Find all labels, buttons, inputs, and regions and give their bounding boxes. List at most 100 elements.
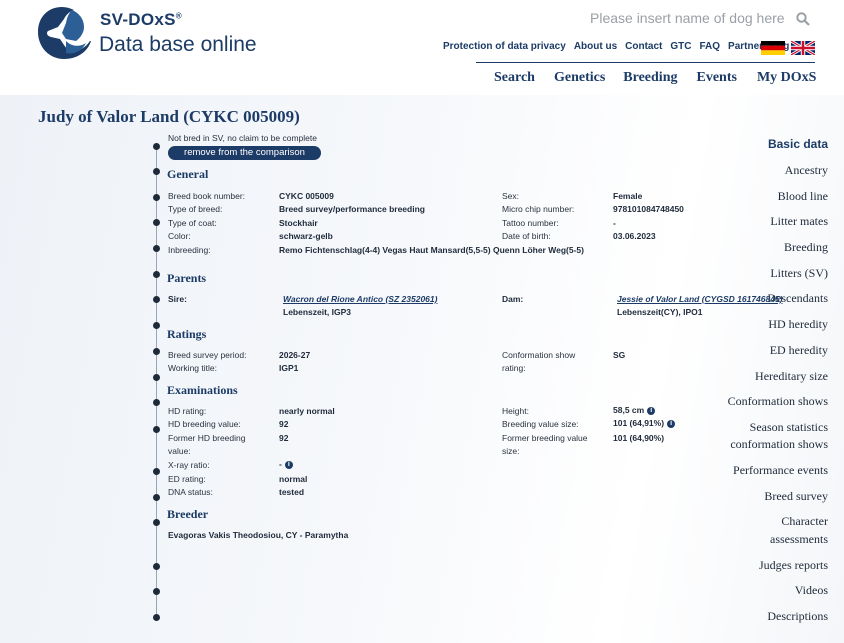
sidebar-item-performance-events[interactable]: Performance events (733, 462, 828, 479)
sire-info: Lebenszeit, IGP3 (283, 307, 352, 317)
working-title-label: Working title: (168, 363, 217, 373)
nav-breeding[interactable]: Breeding (623, 70, 677, 86)
sidebar-item-season-statistics[interactable]: Season statistics (750, 419, 828, 436)
ed-rating-value: normal (279, 474, 308, 484)
search-icon[interactable] (796, 12, 810, 26)
xray-ratio-value: -i (279, 459, 293, 469)
sidebar-item-litter-mates[interactable]: Litter mates (770, 213, 828, 230)
header: SV-DOxS® Data base online Protection of … (0, 0, 844, 95)
link-about-us[interactable]: About us (574, 41, 617, 55)
language-flags (761, 41, 815, 55)
sidebar-item-judges-reports[interactable]: Judges reports (759, 557, 828, 574)
link-gtc[interactable]: GTC (670, 41, 691, 55)
brand-title: SV-DOxS® (100, 10, 182, 29)
type-of-coat-label: Type of coat: (168, 218, 217, 228)
nav-events[interactable]: Events (697, 70, 737, 86)
sidebar-dot (153, 348, 160, 355)
sidebar-dot (153, 271, 160, 278)
sidebar-item-conformation-shows[interactable]: Conformation shows (728, 393, 828, 410)
info-icon[interactable]: i (647, 406, 656, 415)
dam-link[interactable]: Jessie of Valor Land (CYGSD 161746845) (617, 294, 783, 304)
sex-label: Sex: (502, 191, 520, 201)
sidebar-dot (153, 614, 160, 621)
section-general-heading: General (167, 167, 209, 181)
breed-book-label: Breed book number: (168, 191, 246, 201)
header-divider (476, 62, 815, 63)
main-content: Judy of Valor Land (CYKC 005009) Basic d… (0, 95, 844, 643)
breed-survey-period-label: Breed survey period: (168, 350, 247, 360)
tattoo-label: Tattoo number: (502, 218, 559, 228)
sidebar-dot (153, 468, 160, 475)
dog-head-logo-icon[interactable] (36, 5, 94, 61)
sidebar-dot (153, 245, 160, 252)
color-value: schwarz-gelb (279, 231, 333, 241)
dam-info: Lebenszeit(CY), IPO1 (617, 307, 703, 317)
nav-genetics[interactable]: Genetics (554, 70, 605, 86)
breed-survey-period-value: 2026-27 (279, 350, 311, 360)
sidebar-item-breed-survey[interactable]: Breed survey (764, 488, 828, 505)
sidebar-item-descriptions[interactable]: Descriptions (767, 608, 828, 625)
height-label: Height: (502, 406, 529, 416)
notice-text: Not bred in SV, no claim to be complete (168, 133, 317, 143)
breed-book-value: CYKC 005009 (279, 191, 334, 201)
former-hd-label-line2: value: (168, 446, 191, 456)
sidebar-dot (153, 296, 160, 303)
brand-subtitle: Data base online (99, 33, 257, 56)
sidebar-item-breeding[interactable]: Breeding (784, 239, 828, 256)
section-examinations-heading: Examinations (167, 383, 238, 397)
sidebar-dot (153, 168, 160, 175)
sidebar-dot (153, 322, 160, 329)
height-value: 58,5 cm i (613, 405, 656, 415)
sidebar-item-character[interactable]: Character (781, 513, 828, 530)
dna-status-value: tested (279, 487, 305, 497)
uk-flag-icon[interactable] (791, 41, 815, 55)
sidebar-item-hereditary-size[interactable]: Hereditary size (755, 368, 828, 385)
german-flag-icon[interactable] (761, 41, 785, 55)
sidebar-item-basic-data[interactable]: Basic data (768, 136, 828, 153)
search-input[interactable] (590, 10, 788, 26)
former-breeding-value-value: 101 (64,90%) (613, 433, 665, 443)
sidebar-dot (153, 219, 160, 226)
breeding-value-size-value: 101 (64,91%) i (613, 418, 676, 428)
sidebar-item-videos[interactable]: Videos (795, 582, 828, 599)
nav-search[interactable]: Search (494, 70, 535, 86)
sidebar-item-ed-heredity[interactable]: ED heredity (770, 342, 828, 359)
search-box (590, 10, 812, 30)
sidebar-dot (153, 426, 160, 433)
hd-breeding-value-value: 92 (279, 419, 289, 429)
hd-rating-value: nearly normal (279, 406, 335, 416)
sire-link[interactable]: Wacron del Rione Antico (SZ 2352061) (283, 294, 437, 304)
sidebar-item-litters-sv[interactable]: Litters (SV) (770, 265, 828, 282)
chip-label: Micro chip number: (502, 204, 575, 214)
sidebar-item-ancestry[interactable]: Ancestry (785, 162, 828, 179)
link-data-privacy[interactable]: Protection of data privacy (443, 41, 566, 55)
sidebar-item-character-line2[interactable]: assessments (770, 531, 828, 548)
former-breeding-value-label: Former breeding value (502, 433, 588, 443)
section-parents-heading: Parents (167, 271, 207, 285)
sidebar-item-hd-heredity[interactable]: HD heredity (768, 316, 828, 333)
former-hd-label: Former HD breeding (168, 433, 246, 443)
inbreeding-value: Remo Fichtenschlag(4-4) Vegas Haut Mansa… (279, 245, 584, 255)
info-icon[interactable]: i (284, 460, 293, 469)
dam-label: Dam: (502, 294, 524, 304)
remove-comparison-button[interactable]: remove from the comparison (168, 146, 321, 160)
sidebar-item-season-statistics-line2[interactable]: conformation shows (730, 436, 828, 453)
link-contact[interactable]: Contact (625, 41, 662, 55)
link-partner[interactable]: Partner (728, 41, 763, 55)
sidebar-timeline (156, 145, 157, 621)
breeding-value-size-label: Breeding value size: (502, 419, 579, 429)
chip-value: 978101084748450 (613, 204, 684, 214)
sidebar-dot (153, 143, 160, 150)
sidebar-item-blood-line[interactable]: Blood line (778, 188, 828, 205)
hd-rating-label: HD rating: (168, 406, 207, 416)
type-of-breed-value: Breed survey/performance breeding (279, 204, 425, 214)
former-breeding-value-label-line2: size: (502, 446, 520, 456)
link-faq[interactable]: FAQ (699, 41, 720, 55)
conformation-rating-label: Conformation show (502, 350, 576, 360)
info-icon[interactable]: i (667, 419, 676, 428)
nav-my-doxs[interactable]: My DOxS (757, 70, 817, 86)
sidebar-dot (153, 519, 160, 526)
type-of-breed-label: Type of breed: (168, 204, 223, 214)
main-nav: Search Genetics Breeding Events My DOxS (494, 70, 816, 86)
working-title-value: IGP1 (279, 363, 299, 373)
